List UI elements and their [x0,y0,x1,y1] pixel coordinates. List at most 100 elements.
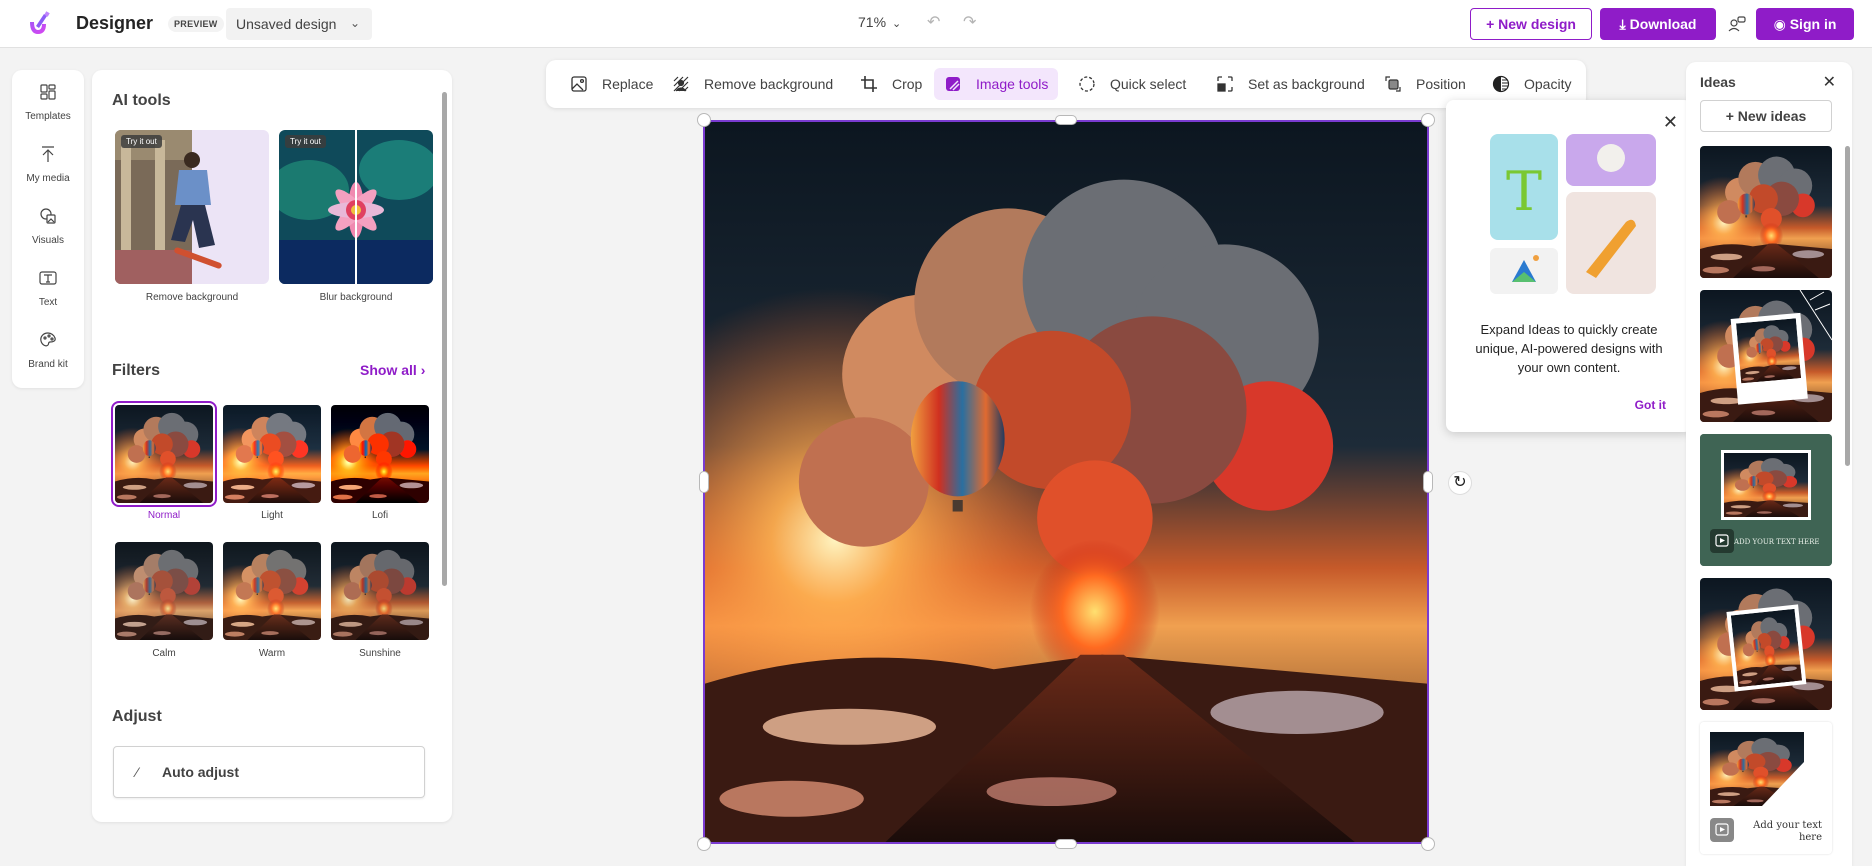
opacity-icon [1492,75,1510,93]
image-icon [571,76,587,92]
coachmark-message: Expand Ideas to quickly create unique, A… [1475,322,1663,375]
tool-image-tools[interactable]: Image tools [934,68,1059,100]
filter-label: Lofi [371,510,389,521]
filter-label: Light [261,510,283,521]
ideas-panel: Ideas ✕ + New ideas ADD YOUR TEXT HERE A… [1686,62,1852,866]
svg-text:T: T [1506,160,1542,223]
download-button[interactable]: ⤓ Download [1600,8,1716,40]
left-navigation-rail: Templates My media Visuals Text Brand ki… [12,70,84,388]
filter-label: Warm [258,648,286,659]
plus-icon: + [1486,16,1499,32]
chevron-down-icon: ⌄ [892,18,902,30]
undo-icon[interactable]: ↶ [927,12,940,32]
idea-card[interactable] [1700,578,1832,710]
idea-card[interactable]: Add your text here [1700,722,1832,854]
magic-wand-icon: ⁄ [136,764,139,780]
ideas-illustration: T [1490,134,1656,294]
resize-handle-top-right[interactable] [1421,113,1435,127]
share-people-icon[interactable] [1727,14,1747,34]
chevron-down-icon: ⌄ [349,16,360,30]
design-canvas-image[interactable] [703,120,1429,844]
blur-background-label: Blur background [319,292,393,303]
idea-preview [1700,290,1832,422]
resize-handle-top-left[interactable] [697,113,711,127]
plus-icon: + [1725,108,1738,124]
ideas-scrollbar[interactable] [1845,146,1850,466]
upload-icon [42,146,54,162]
filter-sunshine[interactable] [331,542,429,640]
resize-handle-bottom-left[interactable] [697,837,711,851]
rail-item-my-media[interactable]: My media [12,136,84,192]
try-it-out-tag: Try it out [285,135,326,148]
tool-remove-background[interactable]: Remove background [662,68,843,100]
blur-background-card[interactable]: Try it out [279,130,433,284]
panel-scrollbar[interactable] [442,92,447,586]
tool-set-as-background[interactable]: Set as background [1206,68,1375,100]
filter-preview [115,542,213,640]
image-tools-icon [946,77,960,91]
filter-light[interactable] [223,405,321,503]
designer-logo-icon[interactable] [22,8,54,40]
app-name: Designer [76,13,154,33]
idea-card[interactable] [1700,290,1832,422]
tool-opacity[interactable]: Opacity [1482,68,1581,100]
crop-icon [861,76,877,92]
filter-warm[interactable] [223,542,321,640]
tool-position[interactable]: Position [1374,68,1476,100]
zoom-dropdown[interactable]: 71% ⌄ [858,14,901,30]
filter-label: Sunshine [359,648,401,659]
zoom-value: 71% [858,14,887,30]
redo-icon[interactable]: ↷ [963,12,976,32]
preview-badge: PREVIEW [168,16,224,32]
set-background-icon [1217,76,1233,92]
remove-background-preview [115,130,269,284]
idea-caption: ADD YOUR TEXT HERE [1734,538,1820,546]
close-icon[interactable]: ✕ [1663,112,1678,133]
text-icon [39,271,57,285]
volcano-balloon-image [705,122,1427,842]
filter-label: Calm [152,648,176,659]
idea-preview [1700,434,1832,566]
resize-handle-bottom-right[interactable] [1421,837,1435,851]
filter-lofi[interactable] [331,405,429,503]
remove-background-label: Remove background [145,292,239,303]
resize-handle-bottom[interactable] [1055,839,1077,849]
rail-item-templates[interactable]: Templates [12,74,84,130]
resize-handle-top[interactable] [1055,115,1077,125]
idea-card[interactable] [1700,146,1832,278]
filter-label: Normal [147,510,181,521]
image-toolbar: Replace Remove background Crop Image too… [546,60,1586,108]
idea-preview [1700,146,1832,278]
sign-in-button[interactable]: ◉ Sign in [1756,8,1854,40]
filters-title: Filters [112,362,161,379]
resize-handle-right[interactable] [1423,471,1433,493]
filter-preview [115,405,213,503]
remove-background-card[interactable]: Try it out [115,130,269,284]
templates-icon [40,84,56,100]
got-it-button[interactable]: Got it [1635,398,1666,412]
new-ideas-button[interactable]: + New ideas [1700,100,1832,132]
idea-card[interactable]: ADD YOUR TEXT HERE [1700,434,1832,566]
document-name: Unsaved design [236,16,337,32]
auto-adjust-button[interactable]: ⁄ Auto adjust [113,746,425,798]
new-design-button[interactable]: + New design [1470,8,1592,40]
rail-item-visuals[interactable]: Visuals [12,198,84,254]
resize-handle-left[interactable] [699,471,709,493]
rail-item-text[interactable]: Text [12,260,84,316]
filter-normal[interactable] [111,401,217,507]
filter-preview [223,542,321,640]
blur-background-preview [279,130,433,284]
rotate-handle-icon[interactable]: ↻ [1448,471,1472,495]
user-circle-icon: ◉ [1773,16,1790,32]
adjust-title: Adjust [112,708,162,725]
show-all-link[interactable]: Show all › [360,362,425,378]
close-icon[interactable]: ✕ [1823,72,1836,92]
tool-replace[interactable]: Replace [560,68,663,100]
tool-crop[interactable]: Crop [850,68,932,100]
chevron-right-icon: › [420,362,426,378]
rail-item-brand-kit[interactable]: Brand kit [12,322,84,378]
tool-quick-select[interactable]: Quick select [1068,68,1196,100]
filter-calm[interactable] [115,542,213,640]
ai-tools-title: AI tools [112,92,171,109]
document-name-dropdown[interactable]: Unsaved design ⌄ [226,8,372,40]
